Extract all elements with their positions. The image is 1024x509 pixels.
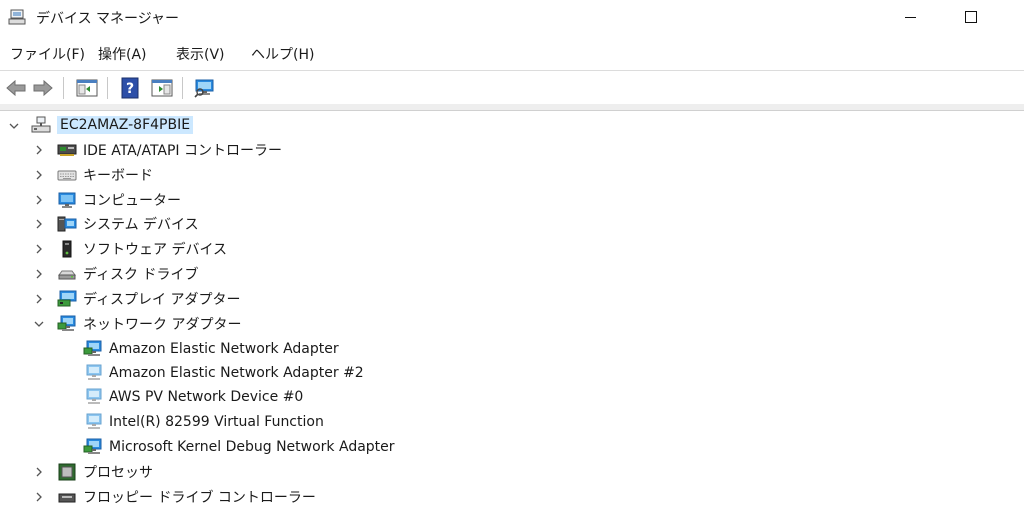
network-adapter-icon — [83, 388, 103, 406]
minimize-icon — [904, 16, 916, 18]
tree-item-keyboard[interactable]: キーボード — [57, 163, 153, 187]
tree-item-processors[interactable]: プロセッサ — [57, 460, 153, 484]
tree-root[interactable]: EC2AMAZ-8F4PBIE — [31, 113, 194, 137]
tree-item-system-devices[interactable]: システム デバイス — [57, 212, 199, 236]
network-device-label: Amazon Elastic Network Adapter — [109, 341, 339, 357]
tree-item-label: ディスプレイ アダプター — [83, 292, 241, 308]
network-adapter-icon — [57, 315, 77, 333]
tree-item-label: フロッピー ドライブ コントローラー — [83, 490, 316, 506]
network-device-item[interactable]: AWS PV Network Device #0 — [83, 385, 303, 409]
network-device-item[interactable]: Amazon Elastic Network Adapter #2 — [83, 361, 364, 385]
tree-item-label: プロセッサ — [83, 465, 153, 481]
toolbar-separator — [182, 77, 183, 99]
chevron-right-icon[interactable] — [33, 491, 45, 503]
network-adapter-icon — [83, 413, 103, 431]
ide-controller-icon — [57, 144, 77, 156]
menu-help[interactable]: ヘルプ(H) — [251, 44, 314, 64]
tree-item-disk-drives[interactable]: ディスク ドライブ — [57, 262, 198, 286]
toolbar-separator — [107, 77, 108, 99]
tree-item-software-devices[interactable]: ソフトウェア デバイス — [57, 237, 227, 261]
device-manager-icon — [8, 9, 26, 25]
network-adapter-icon — [83, 340, 103, 358]
chevron-right-icon[interactable] — [33, 268, 45, 280]
tree-item-label: ネットワーク アダプター — [83, 317, 242, 333]
tree-item-label: キーボード — [83, 168, 153, 184]
tree-item-label: システム デバイス — [83, 217, 199, 233]
network-device-label: Amazon Elastic Network Adapter #2 — [109, 365, 364, 381]
scan-hardware-button[interactable] — [193, 76, 217, 100]
toolbar-separator — [63, 77, 64, 99]
svg-text:?: ? — [126, 81, 134, 97]
toolbar: ? — [0, 70, 1024, 106]
system-devices-icon — [57, 216, 77, 232]
chevron-right-icon[interactable] — [33, 293, 45, 305]
software-devices-icon — [62, 240, 72, 258]
network-adapter-icon — [83, 364, 103, 382]
back-arrow-icon — [6, 79, 26, 97]
keyboard-icon — [57, 170, 77, 181]
network-adapter-icon — [83, 438, 103, 456]
tree-item-label: IDE ATA/ATAPI コントローラー — [83, 143, 283, 159]
title-bar: デバイス マネージャー — [0, 0, 1024, 36]
chevron-down-icon[interactable] — [8, 120, 20, 132]
scan-hardware-icon — [194, 79, 214, 98]
tree-item-computer[interactable]: コンピューター — [57, 188, 181, 212]
network-device-label: AWS PV Network Device #0 — [109, 389, 304, 405]
minimize-button[interactable] — [887, 0, 933, 34]
floppy-controller-icon — [58, 493, 76, 503]
network-device-label: Intel(R) 82599 Virtual Function — [109, 414, 324, 430]
tree-item-label: ディスク ドライブ — [83, 267, 199, 283]
tree-item-display-adapters[interactable]: ディスプレイ アダプター — [57, 287, 240, 311]
back-button[interactable] — [4, 76, 28, 100]
tree-item-label: ソフトウェア デバイス — [83, 242, 228, 258]
network-device-item[interactable]: Microsoft Kernel Debug Network Adapter — [83, 435, 395, 459]
maximize-icon — [965, 11, 977, 23]
menu-view[interactable]: 表示(V) — [176, 44, 225, 64]
computer-network-icon — [31, 116, 51, 133]
disk-drive-icon — [58, 270, 76, 280]
chevron-right-icon[interactable] — [33, 194, 45, 206]
forward-arrow-icon — [33, 79, 53, 97]
display-adapter-icon — [57, 290, 77, 307]
tree-item-label: コンピューター — [83, 193, 181, 209]
action-pane-button[interactable] — [150, 76, 174, 100]
menu-file[interactable]: ファイル(F) — [10, 44, 85, 64]
tree-item-ide[interactable]: IDE ATA/ATAPI コントローラー — [57, 138, 282, 162]
console-tree-icon — [76, 79, 98, 97]
forward-button[interactable] — [31, 76, 55, 100]
help-button[interactable]: ? — [118, 76, 142, 100]
chevron-right-icon[interactable] — [33, 218, 45, 230]
chevron-right-icon[interactable] — [33, 243, 45, 255]
device-tree[interactable]: EC2AMAZ-8F4PBIE IDE ATA/ATAPI コントローラー キー… — [0, 112, 1024, 506]
processor-icon — [58, 463, 76, 481]
console-tree-button[interactable] — [75, 76, 99, 100]
network-device-item[interactable]: Amazon Elastic Network Adapter — [83, 337, 339, 361]
tree-item-floppy-controllers[interactable]: フロッピー ドライブ コントローラー — [57, 485, 316, 509]
chevron-down-icon[interactable] — [33, 318, 45, 330]
chevron-right-icon[interactable] — [33, 169, 45, 181]
computer-icon — [57, 191, 77, 209]
window-title: デバイス マネージャー — [36, 11, 180, 27]
tree-root-label: EC2AMAZ-8F4PBIE — [57, 116, 194, 134]
menu-bar: ファイル(F) 操作(A) 表示(V) ヘルプ(H) — [0, 41, 1024, 65]
tree-item-network-adapters[interactable]: ネットワーク アダプター — [57, 312, 241, 336]
network-device-label: Microsoft Kernel Debug Network Adapter — [109, 439, 395, 455]
pane-divider — [0, 104, 1024, 111]
menu-action[interactable]: 操作(A) — [98, 44, 147, 64]
help-book-icon: ? — [121, 77, 139, 99]
network-device-item[interactable]: Intel(R) 82599 Virtual Function — [83, 410, 324, 434]
maximize-button[interactable] — [948, 0, 994, 34]
chevron-right-icon[interactable] — [33, 144, 45, 156]
action-pane-icon — [151, 79, 173, 97]
chevron-right-icon[interactable] — [33, 466, 45, 478]
